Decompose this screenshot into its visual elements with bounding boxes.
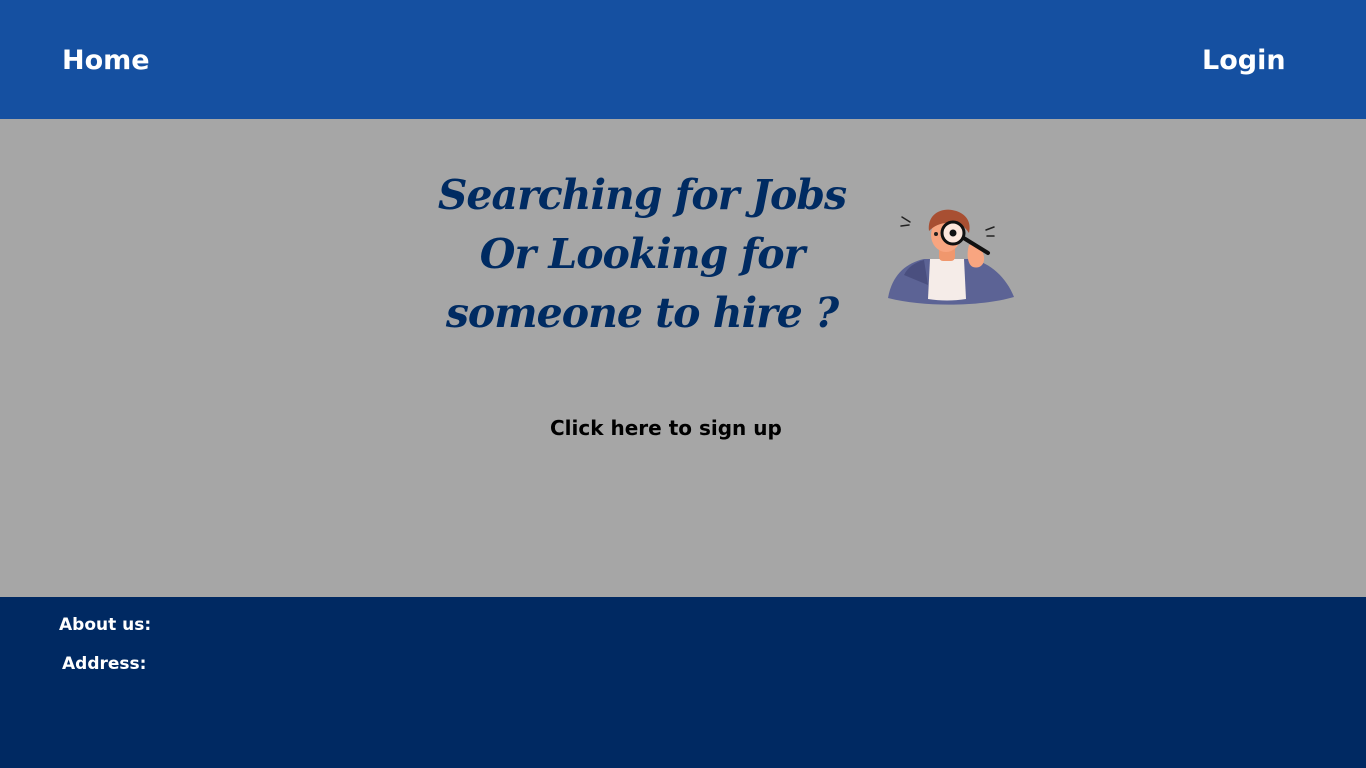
headline-line-2: Or Looking for <box>479 230 805 278</box>
hero-headline: Searching for Jobs Or Looking for someon… <box>392 166 892 343</box>
login-link[interactable]: Login <box>1202 42 1286 80</box>
site-footer: About us: Address: <box>0 597 1366 768</box>
about-us-label: About us: <box>59 615 152 635</box>
address-label: Address: <box>62 654 147 674</box>
headline-line-1: Searching for Jobs <box>437 171 847 219</box>
person-with-magnifying-glass-icon <box>884 205 1018 305</box>
hero-section: Searching for Jobs Or Looking for someon… <box>0 119 1366 597</box>
headline-line-3: someone to hire ? <box>445 289 839 337</box>
top-nav-bar: Home Login <box>0 0 1366 119</box>
signup-link[interactable]: Click here to sign up <box>550 414 782 442</box>
home-link[interactable]: Home <box>62 42 150 80</box>
